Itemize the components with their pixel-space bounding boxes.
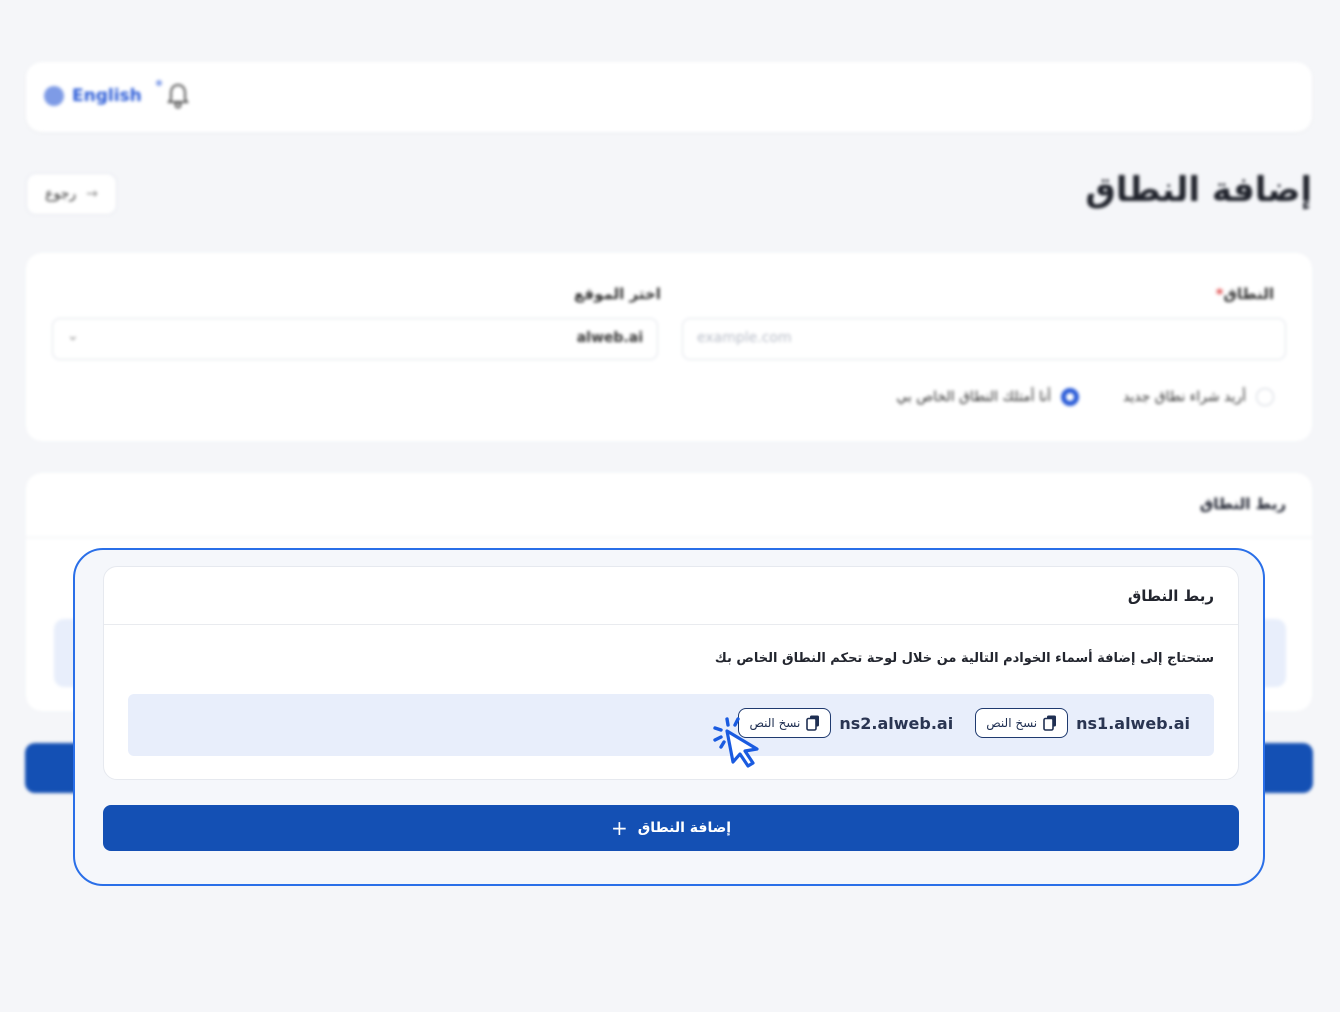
copy-icon — [806, 715, 820, 731]
domain-form-card: النطاق* example.com اختر الموقع alweb.ai… — [26, 253, 1312, 441]
divider — [26, 537, 1312, 538]
copy-icon — [1043, 715, 1057, 731]
nameserver-list: ns1.alweb.ai نسخ النص ns2.alweb.ai نسخ ا — [738, 708, 1190, 738]
copy-label: نسخ النص — [986, 716, 1038, 730]
top-bar: English — [26, 62, 1312, 132]
divider — [104, 624, 1238, 625]
nameserver-1: ns1.alweb.ai — [1076, 713, 1190, 733]
ownership-options: أريد شراء نطاق جديد أنا أمتلك النطاق الخ… — [896, 388, 1274, 406]
click-cursor-icon — [713, 717, 759, 768]
bell-icon[interactable] — [166, 82, 190, 110]
radio-own-domain[interactable] — [1061, 388, 1080, 406]
link-domain-card: ربط النطاق ستحتاج إلى إضافة أسماء الخواد… — [103, 566, 1239, 780]
link-card-title-bg: ربط النطاق — [1199, 495, 1286, 513]
chevron-down-icon: ⌄ — [67, 328, 79, 344]
language-label: English — [72, 86, 142, 106]
copy-ns1-button[interactable]: نسخ النص — [975, 708, 1069, 738]
domain-label-text: النطاق — [1223, 285, 1274, 303]
add-domain-button[interactable]: إضافة النطاق + — [103, 805, 1239, 851]
page-title: إضافة النطاق — [1085, 170, 1312, 210]
highlight-panel: ربط النطاق ستحتاج إلى إضافة أسماء الخواد… — [73, 548, 1265, 886]
site-select[interactable]: alweb.ai ⌄ — [52, 318, 658, 360]
nameserver-2: ns2.alweb.ai — [839, 713, 954, 733]
back-label: رجوع — [45, 186, 77, 202]
site-value: alweb.ai — [576, 330, 643, 346]
globe-icon — [44, 86, 64, 106]
arrow-right-icon: → — [86, 186, 98, 202]
add-domain-label: إضافة النطاق — [637, 820, 732, 836]
domain-label: النطاق* — [1216, 285, 1274, 303]
link-card-description: ستحتاج إلى إضافة أسماء الخوادم التالية م… — [714, 651, 1214, 666]
nameserver-box: ns1.alweb.ai نسخ النص ns2.alweb.ai نسخ ا — [128, 694, 1214, 756]
back-button[interactable]: رجوع → — [26, 173, 117, 215]
notification-dot — [156, 80, 162, 86]
domain-input[interactable]: example.com — [682, 318, 1286, 360]
site-label: اختر الموقع — [574, 285, 661, 303]
radio-buy-domain[interactable] — [1256, 388, 1274, 406]
domain-placeholder: example.com — [697, 330, 792, 346]
language-switch[interactable]: English — [44, 86, 142, 106]
plus-icon: + — [610, 816, 628, 840]
option-buy-label: أريد شراء نطاق جديد — [1123, 389, 1246, 405]
option-own-label: أنا أمتلك النطاق الخاص بي — [896, 389, 1052, 405]
link-card-title: ربط النطاق — [1127, 587, 1214, 605]
